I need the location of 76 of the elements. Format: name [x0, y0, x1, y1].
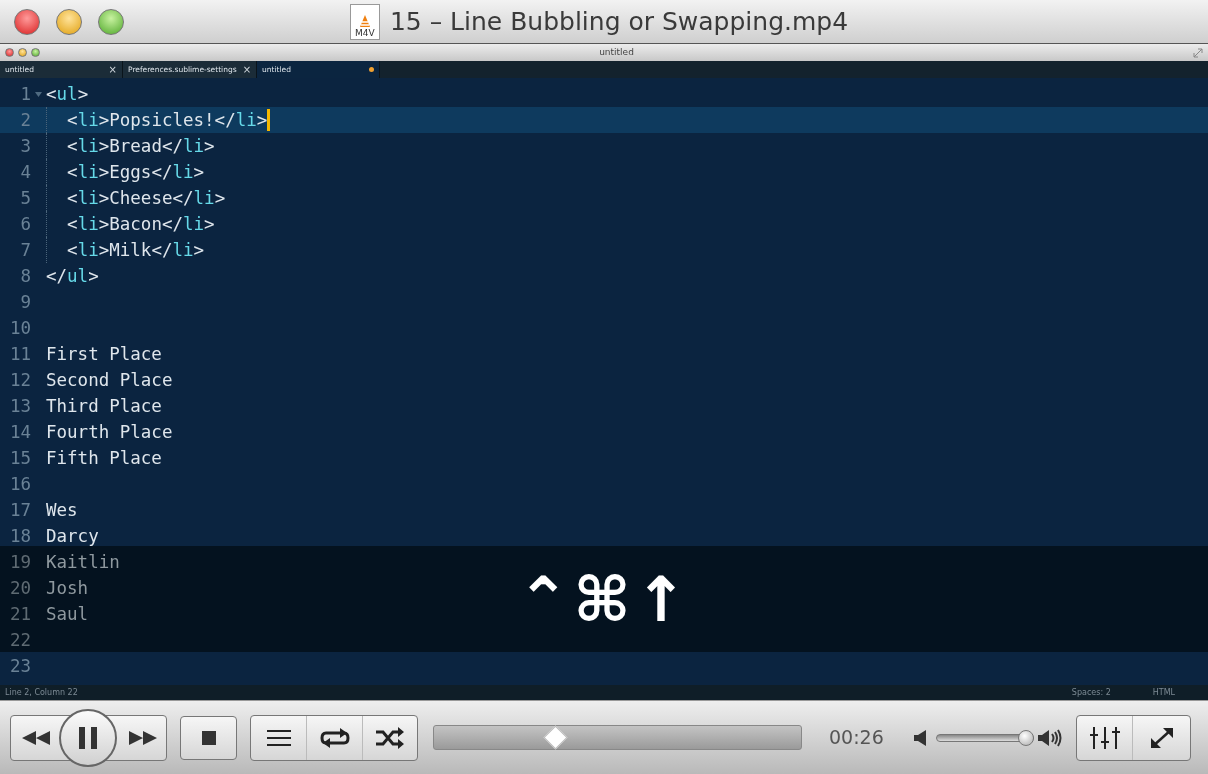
line-number: 6 — [19, 212, 31, 236]
indentation-setting[interactable]: Spaces: 2 — [1071, 686, 1111, 699]
code-line: Darcy — [46, 524, 99, 548]
line-number: 5 — [19, 186, 31, 210]
cone-icon — [357, 13, 372, 28]
line-number: 1 — [19, 82, 31, 106]
seek-bar[interactable] — [433, 725, 802, 750]
code-line: Josh — [46, 576, 89, 600]
line-number: 8 — [19, 264, 31, 288]
expand-icon[interactable] — [1193, 47, 1203, 58]
minimize-button[interactable] — [56, 8, 82, 35]
volume-handle[interactable] — [1018, 729, 1035, 746]
text-cursor — [267, 109, 271, 131]
line-number: 15 — [8, 446, 31, 470]
code-line: Fourth Place — [46, 420, 173, 444]
line-number: 23 — [8, 654, 31, 678]
line-number: 16 — [8, 472, 31, 496]
speaker-icon — [913, 729, 926, 746]
file-type-label: M4V — [355, 27, 375, 38]
loud-speaker-icon — [1037, 728, 1064, 747]
shuffle-icon — [375, 726, 405, 749]
close-tab-button[interactable]: × — [108, 62, 117, 77]
code-line: First Place — [46, 342, 162, 366]
code-line: <li>Milk</li> — [66, 238, 205, 262]
repeat-icon — [319, 726, 350, 749]
shortcut-keys: ⌃⌘↑ — [517, 552, 691, 646]
line-number: 14 — [8, 420, 31, 444]
window-title: 15 – Line Bubbling or Swapping.mp4 — [389, 5, 849, 38]
stop-button[interactable] — [180, 715, 237, 760]
code-line: Wes — [46, 498, 78, 522]
line-number: 10 — [8, 316, 31, 340]
zoom-button[interactable] — [98, 8, 124, 35]
code-line: <ul> — [46, 82, 89, 106]
code-line: <li>Eggs</li> — [66, 160, 205, 184]
code-line: Second Place — [46, 368, 173, 392]
minimize-button[interactable] — [18, 48, 27, 57]
line-number: 7 — [19, 238, 31, 262]
menu-icon — [266, 729, 291, 746]
code-line: <li>Bacon</li> — [66, 212, 215, 236]
equalizer-icon — [1089, 726, 1120, 749]
code-line: Third Place — [46, 394, 162, 418]
cursor-position: Line 2, Column 22 — [5, 686, 79, 699]
line-number: 18 — [8, 524, 31, 548]
code-line: <li>Bread</li> — [66, 134, 215, 158]
line-number: 9 — [19, 290, 31, 314]
line-number: 22 — [8, 628, 31, 652]
line-number: 11 — [8, 342, 31, 366]
line-number: 3 — [19, 134, 31, 158]
line-number: 13 — [8, 394, 31, 418]
close-tab-button[interactable]: × — [242, 62, 251, 77]
code-line: </ul> — [46, 264, 99, 288]
zoom-button[interactable] — [31, 48, 40, 57]
close-button[interactable] — [14, 8, 40, 35]
rewind-icon — [22, 730, 50, 745]
code-line: Saul — [46, 602, 89, 626]
line-number: 12 — [8, 368, 31, 392]
line-number: 19 — [8, 550, 31, 574]
code-line: Fifth Place — [46, 446, 162, 470]
fold-arrow-icon[interactable] — [35, 91, 42, 97]
elapsed-time: 00:26 — [829, 725, 884, 751]
editor-title: untitled — [598, 45, 635, 59]
line-number: 4 — [19, 160, 31, 184]
stop-icon — [201, 730, 216, 745]
syntax-mode[interactable]: HTML — [1152, 686, 1175, 699]
code-line: Kaitlin — [46, 550, 120, 574]
line-number: 20 — [8, 576, 31, 600]
code-line: <li>Popsicles!</li> — [66, 108, 268, 132]
line-number: 2 — [19, 108, 31, 132]
pause-button[interactable] — [59, 708, 117, 767]
fast-forward-icon — [128, 730, 157, 745]
close-button[interactable] — [5, 48, 14, 57]
line-number: 17 — [8, 498, 31, 522]
pause-icon — [77, 726, 99, 749]
line-number: 21 — [8, 602, 31, 626]
code-line: <li>Cheese</li> — [66, 186, 226, 210]
fullscreen-icon — [1148, 725, 1175, 750]
